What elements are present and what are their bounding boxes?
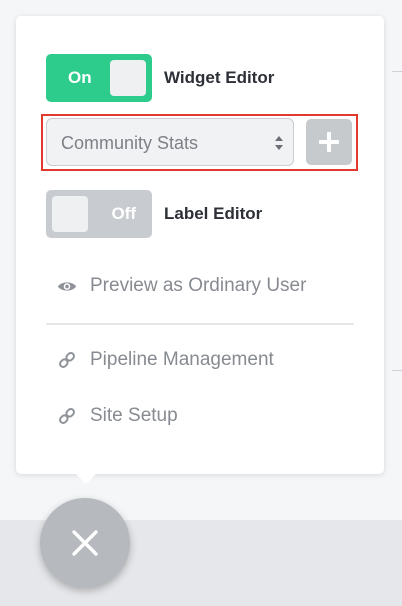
link-icon — [56, 349, 78, 371]
label-editor-toggle[interactable]: Off — [46, 190, 152, 238]
menu-item-pipeline-management[interactable]: Pipeline Management — [56, 345, 274, 375]
background-divider — [392, 71, 402, 72]
menu-item-label: Preview as Ordinary User — [90, 275, 307, 296]
link-icon — [56, 405, 78, 427]
toggle-state-label: Off — [111, 204, 136, 223]
close-icon — [72, 530, 98, 556]
popover-arrow — [74, 472, 98, 484]
toggle-knob — [110, 60, 146, 96]
toggle-knob — [52, 196, 88, 232]
menu-item-preview[interactable]: Preview as Ordinary User — [56, 271, 306, 301]
select-caret-icon — [275, 136, 283, 150]
widget-editor-toggle[interactable]: On — [46, 54, 152, 102]
menu-divider — [46, 323, 354, 325]
menu-item-label: Pipeline Management — [90, 349, 274, 370]
editor-popover: On Widget Editor Community Stats Off Lab… — [16, 16, 384, 474]
toggle-state-label: On — [68, 68, 92, 87]
eye-icon — [56, 275, 78, 297]
add-widget-button[interactable] — [306, 119, 352, 165]
menu-item-label: Site Setup — [90, 405, 178, 426]
close-button[interactable] — [40, 498, 130, 588]
widget-select-value: Community Stats — [61, 133, 199, 153]
widget-editor-label: Widget Editor — [164, 68, 275, 87]
background-divider — [392, 370, 402, 371]
widget-select[interactable]: Community Stats — [46, 118, 294, 166]
label-editor-label: Label Editor — [164, 204, 263, 223]
menu-item-site-setup[interactable]: Site Setup — [56, 401, 178, 431]
